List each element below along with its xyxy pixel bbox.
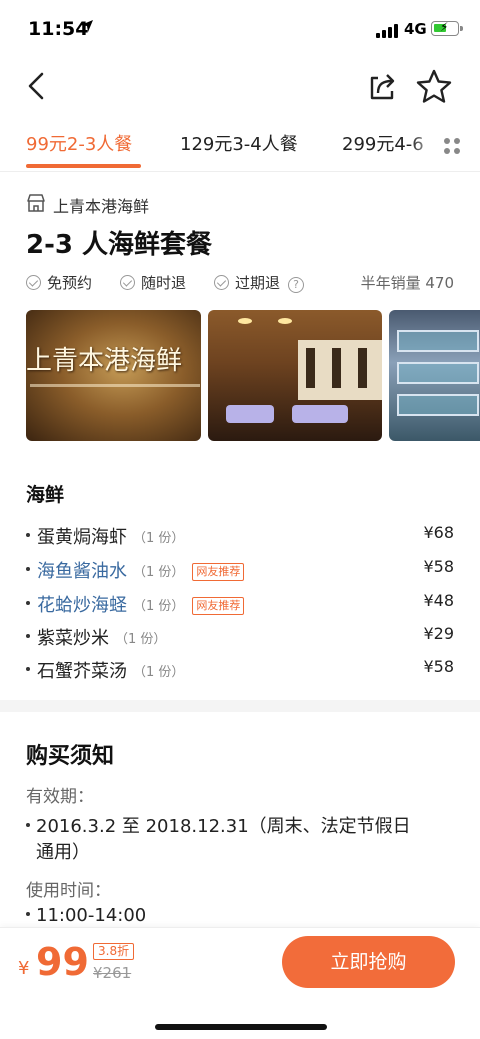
current-price: 99 [36,940,89,984]
deal-title: 2-3 人海鲜套餐 [26,230,213,260]
signal-icon [376,24,400,38]
status-bar: 11:54 4G ⚡ [0,0,480,58]
tag-expired-refund: 过期退? [214,272,305,293]
check-circle-icon [214,275,229,290]
discount-badge: 3.8折 [93,943,135,960]
menu-item-qty: （1 份） [115,632,167,647]
validity-value-cont: 通用） [36,842,90,863]
menu-item-name[interactable]: 花蛤炒海蛏 [37,595,127,616]
help-icon[interactable]: ? [288,277,305,293]
seafood-tank-photo[interactable] [389,310,480,441]
menu-item: 石蟹芥菜汤 （1 份） ¥58 [26,656,454,684]
service-tags: 免预约 随时退 过期退? 半年销量 470 [26,272,456,296]
photo-gallery[interactable]: 上青本港海鲜 [26,310,480,442]
restaurant-sign-photo[interactable]: 上青本港海鲜 [26,310,201,441]
tag-refund-anytime: 随时退 [120,272,186,293]
menu-item[interactable]: 花蛤炒海蛏 （1 份） 网友推荐 ¥48 [26,590,454,618]
validity-value: 2016.3.2 至 2018.12.31（周末、法定节假日 [26,812,411,838]
sales-count: 半年销量 470 [360,274,454,292]
location-arrow-icon [81,20,93,32]
usage-time-value: 11:00-14:00 [26,905,146,926]
menu-item-price: ¥58 [423,557,454,576]
store-icon [27,194,45,212]
notice-title: 购买须知 [26,744,115,769]
menu-item-qty: （1 份） [133,565,185,580]
menu-item-price: ¥29 [423,624,454,643]
package-tabs: 99元2-3人餐 129元3-4人餐 299元4-6 [0,120,480,172]
tab-99-package[interactable]: 99元2-3人餐 [26,130,132,156]
menu-item-name[interactable]: 海鱼酱油水 [37,561,127,582]
menu-item-name: 蛋黄焗海虾 [37,527,127,548]
buy-now-button[interactable]: 立即抢购 [282,936,455,988]
favorite-star-icon[interactable] [414,68,454,104]
purchase-bar: ¥ 99 3.8折 ¥261 立即抢购 [0,927,480,1039]
dining-room-photo[interactable] [208,310,382,441]
nav-bar [0,58,480,114]
menu-item-price: ¥58 [423,657,454,676]
home-indicator[interactable] [155,1024,327,1030]
menu-item[interactable]: 海鱼酱油水 （1 份） 网友推荐 ¥58 [26,556,454,584]
menu-item: 紫菜炒米 （1 份） ¥29 [26,623,454,651]
sign-text: 上青本港海鲜 [26,346,183,376]
recommended-badge: 网友推荐 [192,597,245,615]
menu-item-qty: （1 份） [133,599,185,614]
check-circle-icon [26,275,41,290]
menu-item-qty: （1 份） [133,531,185,546]
battery-icon: ⚡ [431,20,463,36]
share-icon[interactable] [364,68,400,104]
tab-129-package[interactable]: 129元3-4人餐 [180,130,298,156]
back-arrow-icon[interactable] [20,68,56,104]
menu-item-name: 石蟹芥菜汤 [37,661,127,682]
menu-item-name: 紫菜炒米 [37,628,109,649]
currency-symbol: ¥ [18,958,30,979]
check-circle-icon [120,275,135,290]
tag-no-reservation: 免预约 [26,272,92,293]
original-price: ¥261 [93,964,132,982]
menu-item-qty: （1 份） [133,665,185,680]
validity-label: 有效期： [26,787,94,807]
active-tab-indicator [26,164,141,168]
menu-item-price: ¥68 [423,523,454,542]
network-type: 4G [404,20,427,38]
usage-time-label: 使用时间： [26,881,111,901]
store-name: 上青本港海鲜 [53,197,150,216]
menu-item-price: ¥48 [423,591,454,610]
recommended-badge: 网友推荐 [192,563,245,581]
menu-section-title: 海鲜 [26,484,65,506]
tab-grid-icon[interactable] [436,128,480,162]
section-divider [0,700,480,712]
menu-item: 蛋黄焗海虾 （1 份） ¥68 [26,522,454,550]
